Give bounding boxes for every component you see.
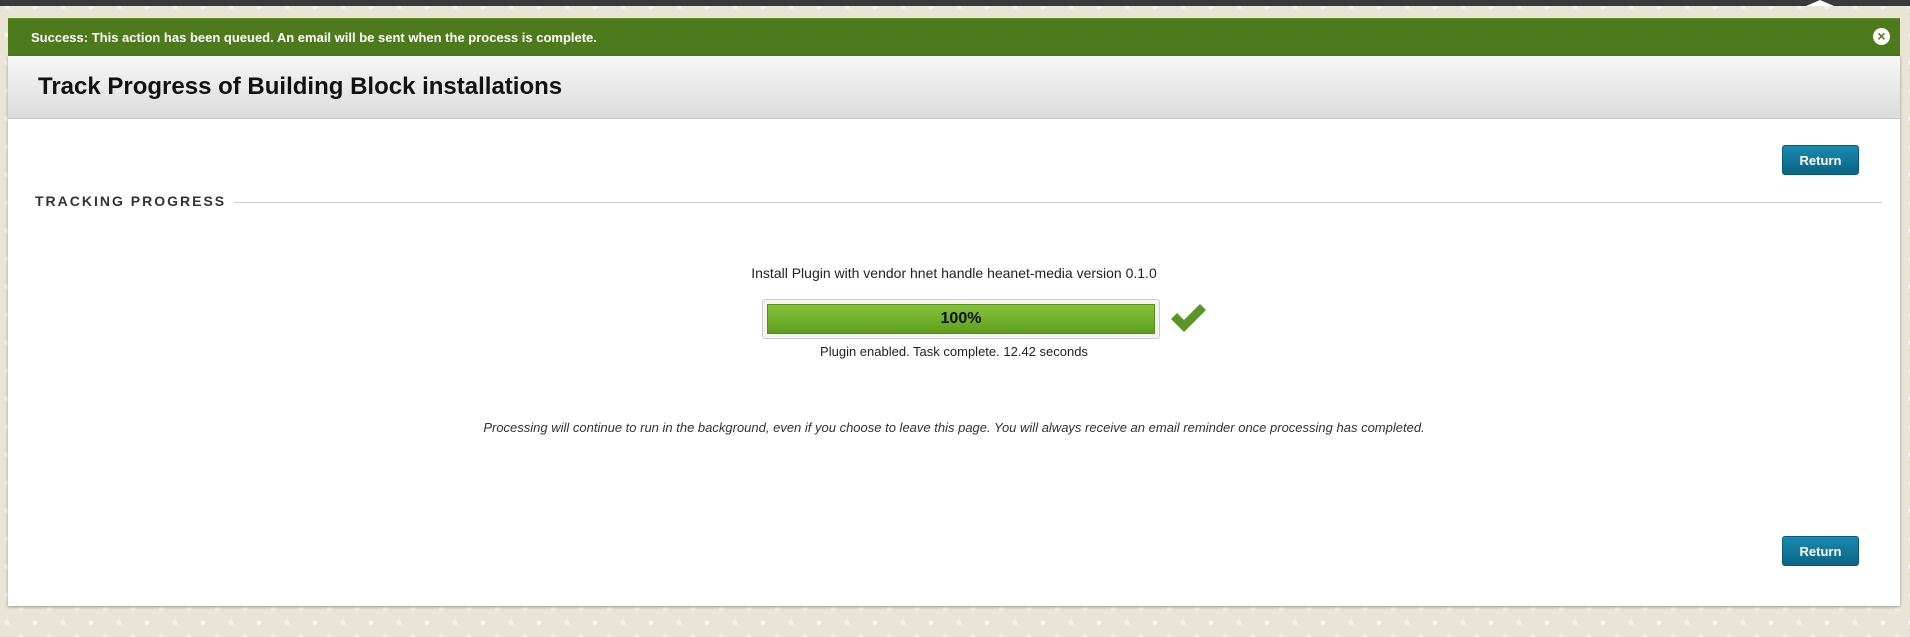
section-divider bbox=[234, 202, 1882, 203]
panel-header: Track Progress of Building Block install… bbox=[8, 56, 1900, 119]
close-icon[interactable]: × bbox=[1873, 28, 1890, 45]
progress-text: 100% bbox=[940, 310, 982, 327]
progress-bar: 100% bbox=[762, 299, 1160, 339]
alert-message: Success: This action has been queued. An… bbox=[31, 30, 597, 45]
section-title: TRACKING PROGRESS bbox=[35, 193, 227, 209]
return-button-bottom[interactable]: Return bbox=[1782, 536, 1859, 566]
page-title: Track Progress of Building Block install… bbox=[38, 73, 563, 100]
menu-notch-icon bbox=[1806, 0, 1834, 6]
success-alert: Success: This action has been queued. An… bbox=[8, 18, 1900, 56]
return-button-top[interactable]: Return bbox=[1782, 145, 1859, 175]
top-bar bbox=[0, 0, 1910, 6]
progress-track: 100% bbox=[767, 304, 1155, 334]
checkmark-icon bbox=[1171, 304, 1206, 332]
task-status: Plugin enabled. Task complete. 12.42 sec… bbox=[820, 344, 1088, 359]
task-label: Install Plugin with vendor hnet handle h… bbox=[751, 265, 1157, 281]
background-processing-note: Processing will continue to run in the b… bbox=[483, 420, 1425, 435]
main-panel: Track Progress of Building Block install… bbox=[8, 56, 1900, 606]
